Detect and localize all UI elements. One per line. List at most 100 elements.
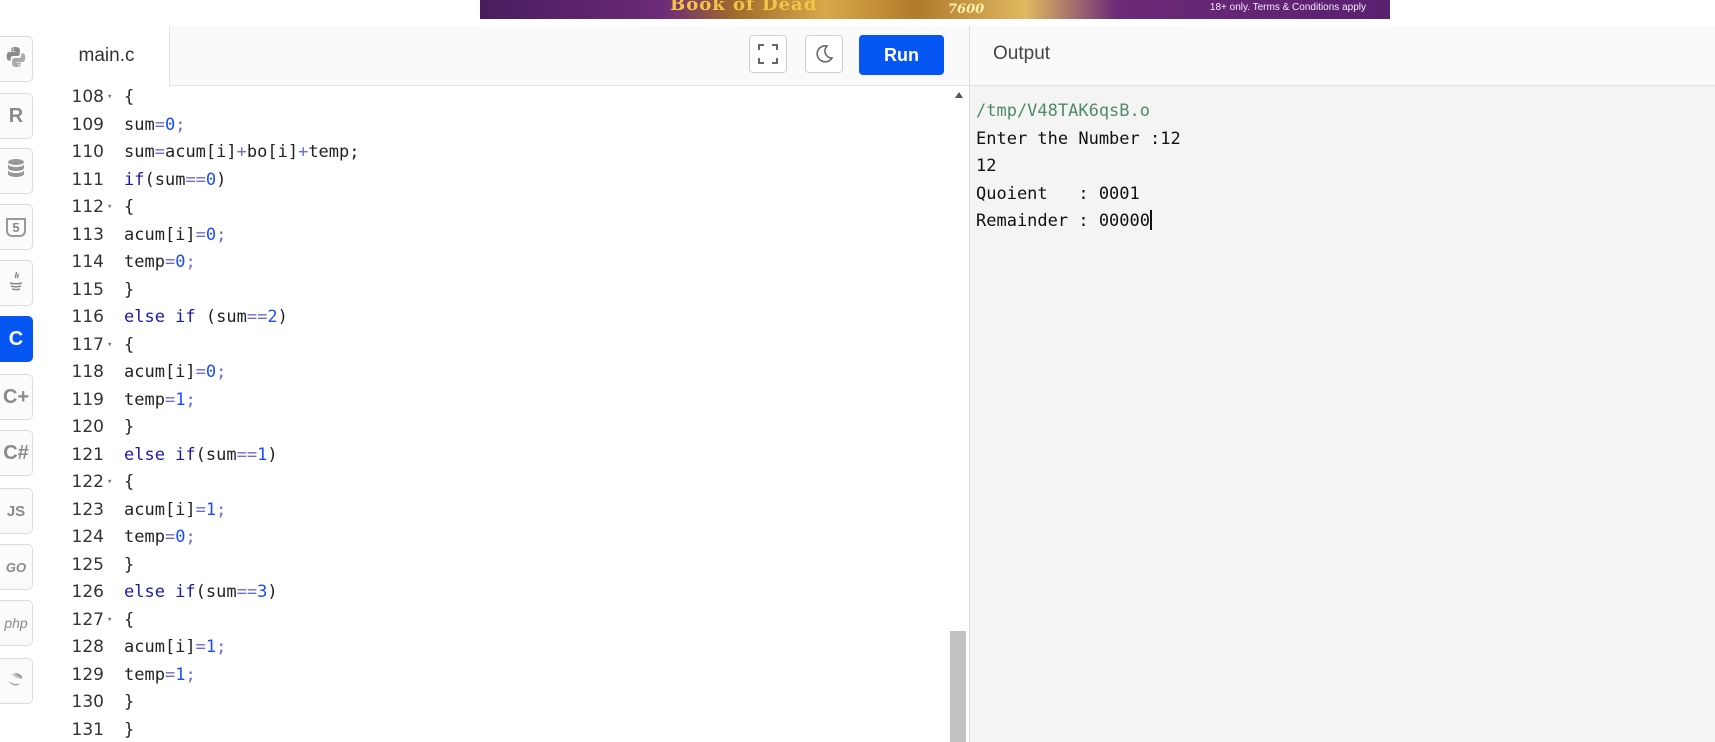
code-line[interactable]: 126 else if(sum==3) [44, 579, 944, 606]
output-header: Output [970, 26, 1715, 86]
fold-toggle-icon[interactable]: ▾ [107, 607, 112, 634]
line-number: 111 [71, 169, 104, 190]
html5-icon: 5 [6, 217, 26, 237]
run-button[interactable]: Run [859, 35, 944, 75]
editor-header: main.c Run [44, 26, 969, 86]
sidebar-item-html5[interactable]: 5 [0, 204, 33, 250]
moon-icon [816, 45, 834, 63]
code-text: else if (sum==2) [124, 307, 288, 327]
code-editor[interactable]: 108 ▾{109 sum=0; 110 sum=acum[i]+bo[i]+temp;… [44, 86, 969, 742]
code-line[interactable]: 109 sum=0; [44, 112, 944, 139]
code-text: } [124, 417, 135, 437]
sidebar-item-swift[interactable] [0, 658, 33, 704]
csharp-icon: C# [3, 441, 29, 464]
sidebar-item-database[interactable] [0, 148, 33, 194]
output-line: 12 [976, 156, 997, 176]
code-line[interactable]: 121 else if(sum==1) [44, 442, 944, 469]
code-line[interactable]: 122 ▾ { [44, 469, 944, 496]
line-number: 116 [71, 307, 104, 327]
scrollbar-thumb[interactable] [950, 631, 966, 742]
code-line[interactable]: 110 sum=acum[i]+bo[i]+temp; [44, 139, 944, 166]
line-number: 112 [71, 197, 104, 217]
code-text: } [124, 719, 135, 740]
sidebar-item-c[interactable]: C [0, 316, 33, 362]
code-line[interactable]: 114 temp=0; [44, 249, 944, 276]
code-line[interactable]: 128 acum[i]=1; [44, 634, 944, 661]
sidebar-item-js[interactable]: JS [0, 488, 33, 534]
output-line: Quoient : 0001 [976, 183, 1140, 204]
code-text: } [124, 279, 135, 300]
c-icon: C [8, 327, 24, 350]
code-text: else if(sum==3) [124, 582, 278, 602]
scroll-up-arrow-icon[interactable] [955, 92, 963, 98]
ad-title: Book of Dead [670, 0, 818, 15]
line-number: 131 [71, 719, 104, 740]
sidebar-item-csharp[interactable]: C# [0, 430, 33, 476]
swift-icon [4, 667, 28, 695]
language-sidebar: R 5 C C+ C# JS GO php [0, 26, 45, 742]
output-path: /tmp/V48TAK6qsB.o [976, 101, 1150, 121]
code-line[interactable]: 119 temp=1; [44, 387, 944, 414]
fold-toggle-icon[interactable]: ▾ [107, 194, 112, 221]
fold-toggle-icon[interactable]: ▾ [107, 469, 112, 496]
code-line[interactable]: 113 acum[i]=0; [44, 222, 944, 249]
line-number: 126 [71, 582, 104, 602]
code-text: { [124, 609, 135, 630]
code-text: { [124, 334, 135, 355]
code-text: { [124, 87, 135, 107]
file-tab-main-c[interactable]: main.c [44, 26, 170, 86]
code-line[interactable]: 118 acum[i]=0; [44, 359, 944, 386]
r-icon: R [8, 104, 24, 127]
sidebar-item-cpp[interactable]: C+ [0, 374, 33, 420]
fold-toggle-icon[interactable]: ▾ [107, 86, 112, 111]
output-line: Enter the Number :12 [976, 128, 1181, 149]
database-icon [4, 157, 28, 185]
fold-toggle-icon[interactable]: ▾ [107, 332, 112, 359]
code-line[interactable]: 129 temp=1; [44, 662, 944, 689]
line-number: 129 [71, 664, 104, 685]
cpp-icon: C+ [2, 385, 30, 408]
code-text: sum=0; [124, 114, 186, 135]
sidebar-item-r[interactable]: R [0, 93, 33, 139]
output-line: Remainder : 00000 [976, 210, 1152, 231]
code-line[interactable]: 127 ▾ { [44, 607, 944, 634]
line-number: 117 [71, 334, 104, 355]
sidebar-item-python[interactable] [0, 36, 33, 82]
code-text: temp=0; [124, 527, 196, 547]
expand-icon [758, 44, 778, 64]
line-number: 113 [71, 224, 104, 245]
code-line[interactable]: 117 ▾ { [44, 332, 944, 359]
code-line[interactable]: 120} [44, 414, 944, 441]
line-number: 123 [71, 499, 104, 520]
code-line[interactable]: 123 acum[i]=1; [44, 497, 944, 524]
code-text: acum[i]=1; [124, 637, 227, 657]
ad-amount: 7600 [948, 2, 985, 17]
code-line[interactable]: 125} [44, 552, 944, 579]
code-line[interactable]: 112 ▾ { [44, 194, 944, 221]
code-line[interactable]: 108 ▾ { [44, 86, 944, 111]
code-text: temp=0; [124, 252, 196, 272]
code-line[interactable]: 130} [44, 689, 944, 716]
line-number: 130 [71, 692, 104, 712]
code-text: { [124, 472, 135, 492]
code-line[interactable]: 111 if(sum==0) [44, 167, 944, 194]
code-line[interactable]: 124 temp=0; [44, 524, 944, 551]
code-line[interactable]: 116 else if (sum==2) [44, 304, 944, 331]
line-number: 121 [71, 444, 104, 465]
sidebar-item-go[interactable]: GO [0, 544, 33, 590]
output-panel[interactable]: Output /tmp/V48TAK6qsB.o Enter the Numbe… [969, 26, 1715, 742]
code-text: acum[i]=0; [124, 362, 227, 382]
code-line[interactable]: 115} [44, 277, 944, 304]
line-number: 118 [71, 362, 104, 382]
ad-banner[interactable]: Book of Dead 7600 18+ only. Terms & Cond… [480, 0, 1390, 19]
line-number: 127 [71, 609, 104, 630]
line-number: 114 [71, 252, 104, 272]
dark-mode-button[interactable] [805, 35, 843, 73]
sidebar-item-php[interactable]: php [0, 600, 33, 646]
sidebar-item-java[interactable] [0, 260, 33, 306]
code-line[interactable]: 131} [44, 717, 944, 742]
fullscreen-button[interactable] [749, 35, 787, 73]
line-number: 128 [71, 637, 104, 657]
code-text: if(sum==0) [124, 169, 227, 190]
output-title: Output [993, 43, 1051, 64]
